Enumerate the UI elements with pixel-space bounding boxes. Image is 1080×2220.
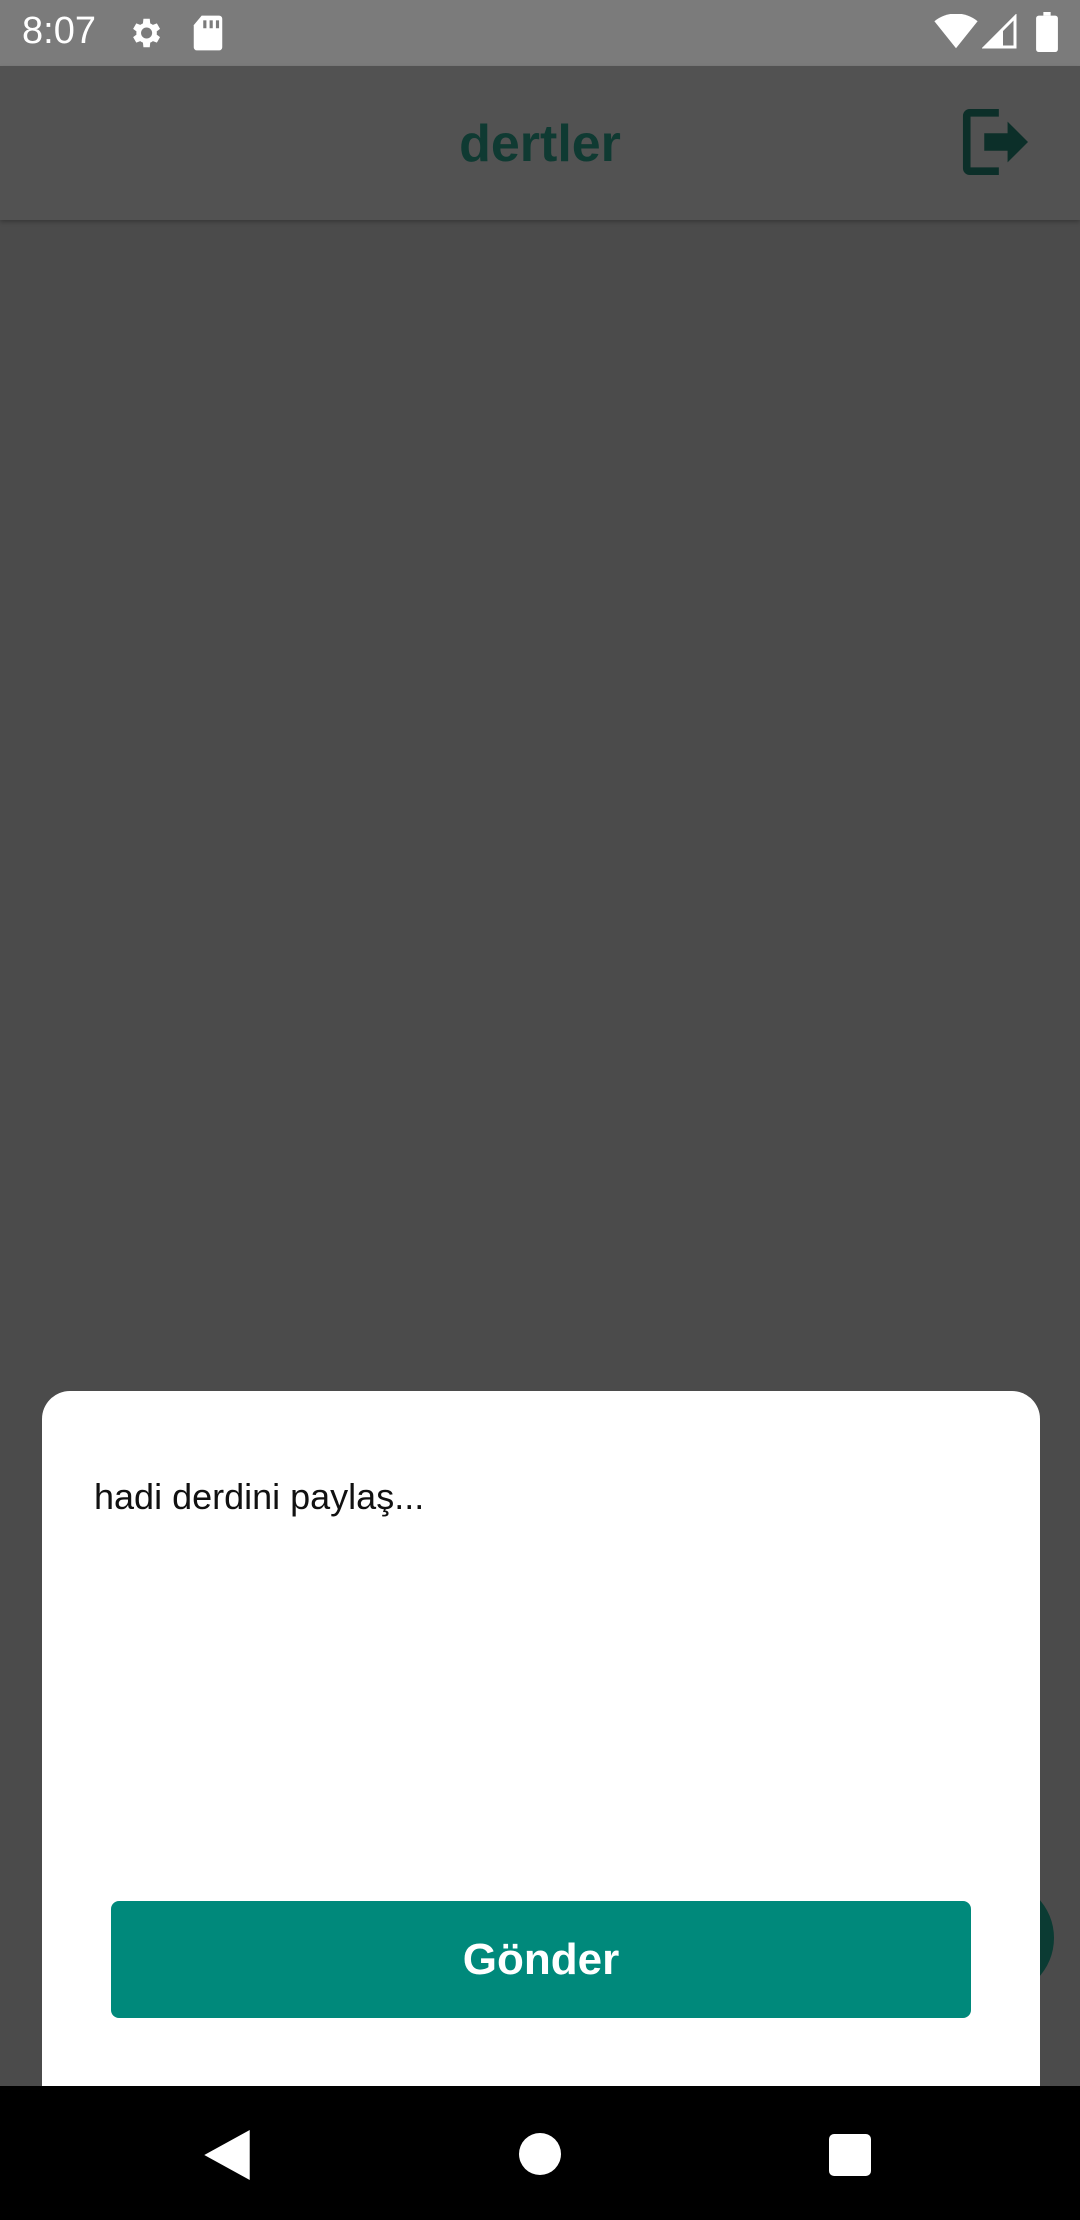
app-bar: dertler [0,66,1080,220]
send-button[interactable]: Gönder [111,1901,971,2018]
back-icon[interactable] [204,2130,250,2180]
home-icon[interactable] [519,2133,561,2175]
signal-icon [982,14,1017,49]
share-input[interactable]: hadi derdini paylaş... [94,1476,424,1518]
page-title: dertler [459,115,621,173]
battery-icon [1036,12,1058,52]
recents-icon[interactable] [829,2134,871,2176]
navigation-bar [0,2086,1080,2220]
status-bar: 8:07 [0,0,1080,66]
sd-card-icon [193,15,223,51]
bottom-sheet: hadi derdini paylaş... Gönder [42,1391,1040,2111]
gear-icon [133,18,161,48]
wifi-icon [934,14,978,49]
status-time: 8:07 [22,10,96,52]
logout-icon[interactable] [958,104,1028,180]
